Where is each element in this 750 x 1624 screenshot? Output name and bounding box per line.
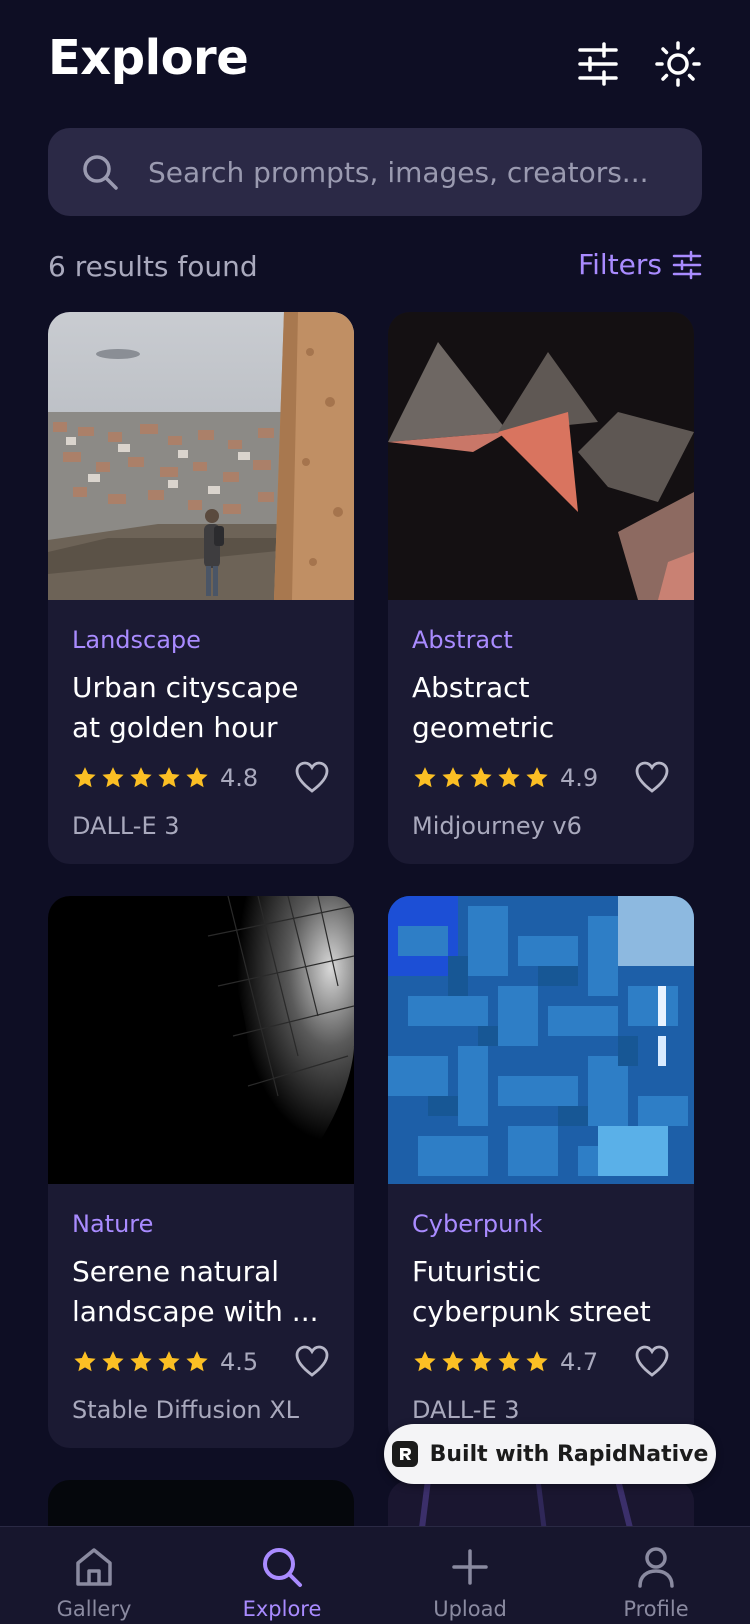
card-model: DALL-E 3 <box>72 812 180 840</box>
star-icon <box>130 1351 152 1372</box>
star-rating <box>72 765 210 791</box>
home-icon <box>76 1548 112 1586</box>
star-icon <box>102 1351 124 1372</box>
user-icon <box>638 1547 674 1588</box>
nav-label: Upload <box>433 1597 507 1621</box>
built-with-badge[interactable]: Built with RapidNative <box>384 1424 716 1484</box>
nav-label: Explore <box>242 1597 322 1621</box>
card-model: Midjourney v6 <box>412 812 582 840</box>
star-icon <box>442 767 464 788</box>
heart-icon[interactable] <box>634 1344 670 1380</box>
explore-screen: Explore 6 results found Filters <box>0 0 750 1624</box>
star-icon <box>498 767 520 788</box>
star-icon <box>186 1351 208 1372</box>
results-count: 6 results found <box>48 250 258 283</box>
card-category: Landscape <box>72 626 201 654</box>
star-icon <box>526 767 548 788</box>
bottom-nav: Gallery Explore Upload Profile <box>0 1526 750 1624</box>
heart-icon[interactable] <box>294 760 330 796</box>
star-icon <box>102 767 124 788</box>
search-input[interactable] <box>146 141 702 203</box>
plus-icon <box>452 1549 488 1585</box>
card-title: Futuristic cyberpunk street ... <box>412 1255 651 1328</box>
theme-toggle-button[interactable] <box>654 40 702 88</box>
star-icon <box>74 1351 96 1372</box>
star-rating <box>412 1349 550 1375</box>
search-bar[interactable] <box>48 128 702 216</box>
card-title: Urban cityscape at golden hour with ... <box>72 671 299 744</box>
filters-label: Filters <box>578 248 662 281</box>
card-model: Stable Diffusion XL <box>72 1396 300 1424</box>
heart-icon[interactable] <box>294 1344 330 1380</box>
filter-settings-button[interactable] <box>574 40 622 88</box>
star-rating <box>412 765 550 791</box>
card-image <box>48 312 354 600</box>
rating-value: 4.7 <box>560 1348 599 1376</box>
card-model: DALL-E 3 <box>412 1396 520 1424</box>
star-icon <box>470 767 492 788</box>
nav-item-upload[interactable]: Upload <box>376 1527 564 1624</box>
star-icon <box>186 767 208 788</box>
search-icon <box>263 1548 302 1587</box>
rapidnative-logo-icon <box>391 1441 418 1467</box>
rating-value: 4.8 <box>220 764 259 792</box>
star-icon <box>414 767 436 788</box>
card-image <box>48 896 354 1184</box>
nav-label: Gallery <box>56 1597 132 1621</box>
star-icon <box>158 1351 180 1372</box>
star-icon <box>498 1351 520 1372</box>
nav-item-gallery[interactable]: Gallery <box>0 1527 188 1624</box>
rating-value: 4.5 <box>220 1348 259 1376</box>
star-icon <box>470 1351 492 1372</box>
card-image <box>388 312 694 600</box>
badge-label: Built with RapidNative <box>429 1441 709 1467</box>
card-category: Abstract <box>412 626 513 654</box>
card-image <box>388 896 694 1184</box>
sun-icon <box>655 41 701 87</box>
card-category: Cyberpunk <box>412 1210 543 1238</box>
star-icon <box>74 767 96 788</box>
nav-label: Profile <box>623 1597 689 1621</box>
star-icon <box>442 1351 464 1372</box>
rating-value: 4.9 <box>560 764 599 792</box>
sliders-icon <box>672 250 702 279</box>
star-icon <box>130 767 152 788</box>
search-icon <box>83 155 118 190</box>
prompt-card[interactable]: Cyberpunk Futuristic cyberpunk street ..… <box>388 896 694 1448</box>
nav-item-explore[interactable]: Explore <box>188 1527 376 1624</box>
prompt-card[interactable]: Landscape Urban cityscape at golden hour… <box>48 312 354 864</box>
star-rating <box>72 1349 210 1375</box>
card-category: Nature <box>72 1210 154 1238</box>
card-title: Abstract geometric composition with ... <box>412 671 555 744</box>
sliders-icon <box>578 42 618 86</box>
star-icon <box>158 767 180 788</box>
star-icon <box>414 1351 436 1372</box>
nav-item-profile[interactable]: Profile <box>562 1527 750 1624</box>
filters-button[interactable]: Filters <box>578 248 702 281</box>
prompt-card[interactable]: Nature Serene natural landscape with ...… <box>48 896 354 1448</box>
heart-icon[interactable] <box>634 760 670 796</box>
page-title: Explore <box>48 30 249 86</box>
star-icon <box>526 1351 548 1372</box>
card-title: Serene natural landscape with ... <box>72 1255 319 1328</box>
prompt-card[interactable]: Abstract Abstract geometric composition … <box>388 312 694 864</box>
